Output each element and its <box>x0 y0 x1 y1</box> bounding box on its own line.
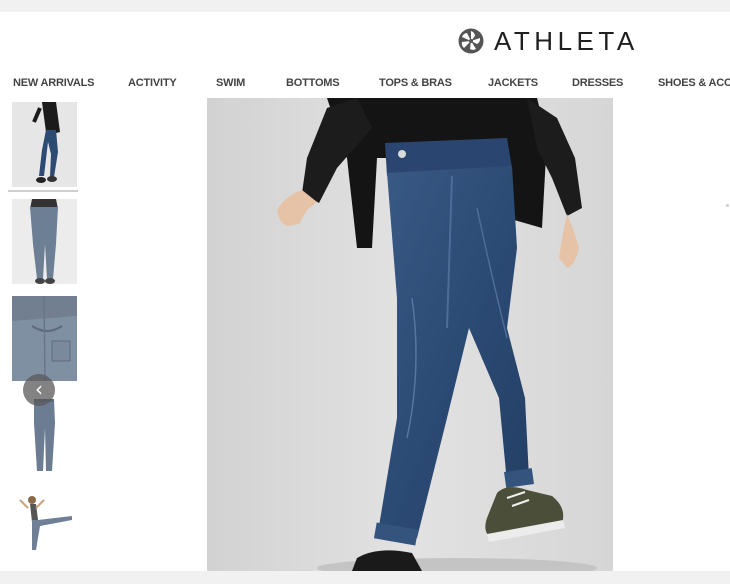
top-strip <box>0 0 730 12</box>
nav-new-arrivals[interactable]: NEW ARRIVALS <box>13 72 95 94</box>
thumbnail-3[interactable] <box>12 296 77 381</box>
main-product-image[interactable] <box>207 98 613 571</box>
product-photo <box>207 98 613 571</box>
nav-dresses[interactable]: DRESSES <box>572 72 623 94</box>
nav-tops-bras[interactable]: TOPS & BRAS <box>379 72 452 94</box>
thumbnail-5[interactable] <box>12 490 77 571</box>
nav-activity[interactable]: ACTIVITY <box>128 72 177 94</box>
nav-jackets[interactable]: JACKETS <box>488 72 538 94</box>
main-nav: NEW ARRIVALS ACTIVITY SWIM BOTTOMS TOPS … <box>0 72 730 94</box>
pinwheel-logo-icon <box>458 28 484 54</box>
chevron-left-icon[interactable]: ‹ <box>23 374 55 406</box>
thumbnail-selected-indicator <box>8 190 78 192</box>
nav-shoes-accessories[interactable]: SHOES & ACCE <box>658 72 730 94</box>
carousel-indicator <box>726 204 729 207</box>
thumbnail-2[interactable] <box>12 199 77 284</box>
thumbnail-strip: ‹ <box>8 98 86 571</box>
thumbnail-1[interactable] <box>12 102 77 187</box>
brand-name: ATHLETA <box>494 26 639 56</box>
nav-swim[interactable]: SWIM <box>216 72 245 94</box>
bottom-strip <box>0 571 730 584</box>
brand-logo[interactable]: ATHLETA <box>458 26 639 56</box>
thumbnail-4[interactable] <box>12 393 77 478</box>
nav-bottoms[interactable]: BOTTOMS <box>286 72 340 94</box>
